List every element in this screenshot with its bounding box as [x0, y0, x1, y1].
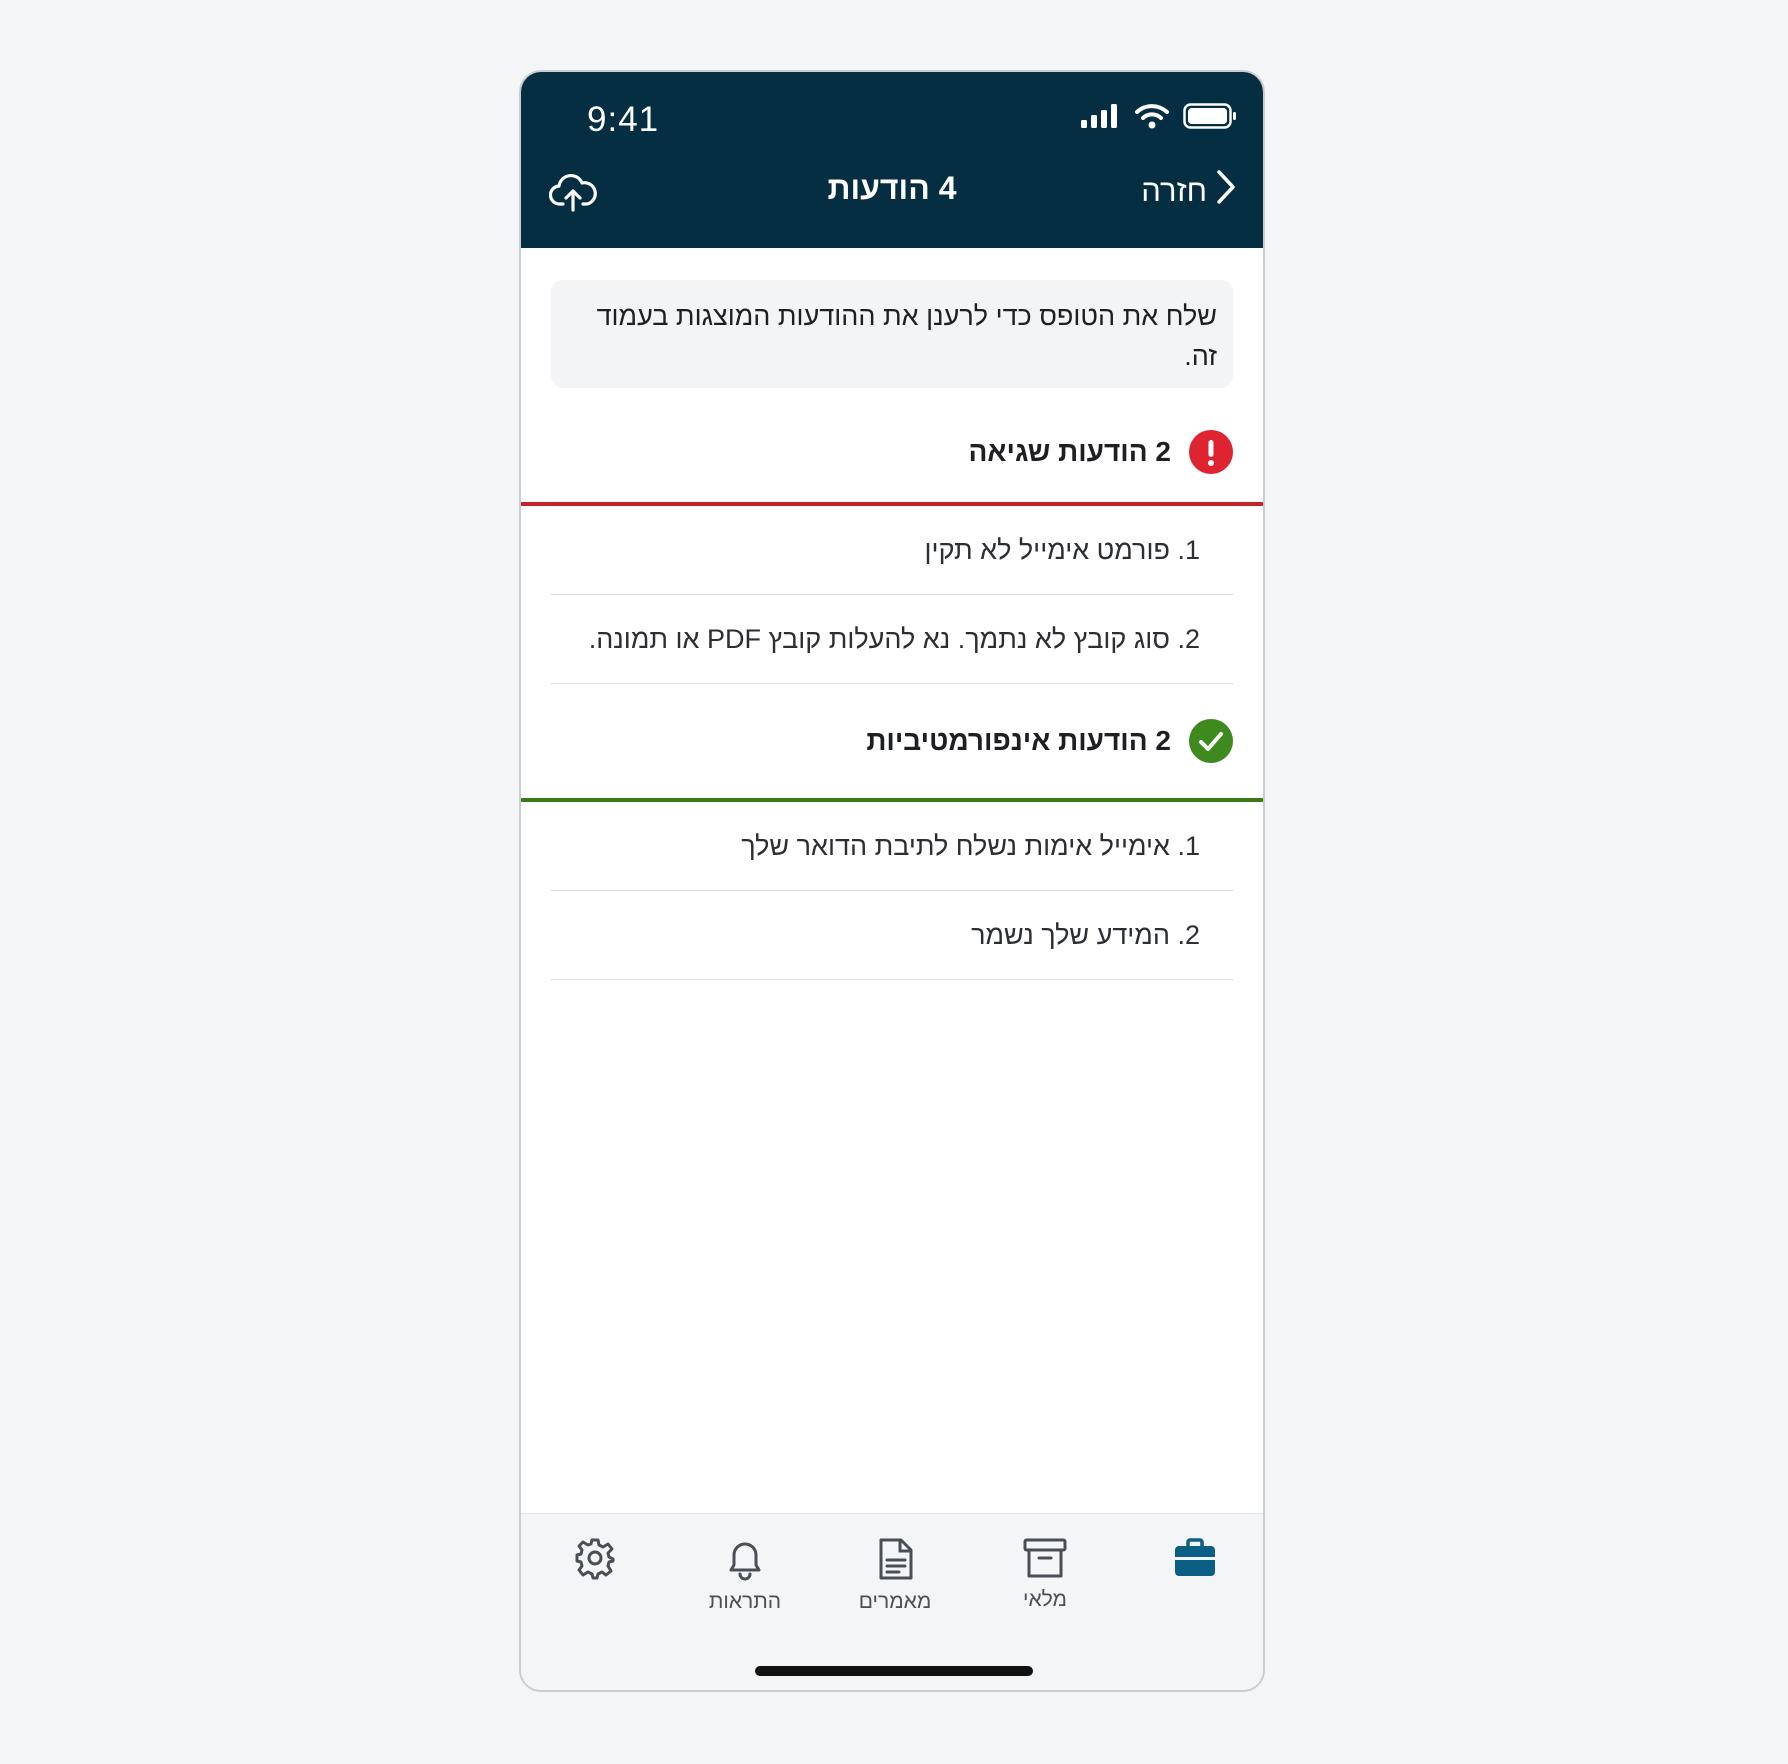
- home-indicator: [755, 1666, 1033, 1676]
- status-time: 9:41: [587, 100, 660, 139]
- bell-icon: [685, 1536, 805, 1582]
- back-label: חזרה: [1141, 173, 1207, 208]
- tab-bar: התראות מאמרים מלאי: [521, 1513, 1263, 1690]
- error-icon: [1189, 430, 1233, 474]
- error-list: 1. פורמט אימייל לא תקין 2. סוג קובץ לא נ…: [521, 506, 1263, 684]
- tab-settings[interactable]: [535, 1536, 655, 1580]
- list-item[interactable]: 2. המידע שלך נשמר: [551, 891, 1233, 980]
- list-item[interactable]: 1. אימייל אימות נשלח לתיבת הדואר שלך: [551, 802, 1233, 891]
- battery-icon: [1183, 102, 1237, 134]
- messages-content: שלח את הטופס כדי לרענן את ההודעות המוצגו…: [521, 248, 1263, 980]
- check-circle-icon: [1189, 719, 1233, 763]
- tab-label: מלאי: [1023, 1588, 1067, 1611]
- document-icon: [835, 1536, 955, 1582]
- info-section-header: 2 הודעות אינפורמטיביות: [521, 684, 1263, 802]
- error-section-header: 2 הודעות שגיאה: [521, 402, 1263, 506]
- info-list: 1. אימייל אימות נשלח לתיבת הדואר שלך 2. …: [521, 802, 1263, 980]
- phone-frame: 9:41 4 הודעות חזרה שלח את הטופס כדי לרענ…: [519, 70, 1265, 1692]
- info-section-title: 2 הודעות אינפורמטיביות: [866, 725, 1171, 756]
- tab-notifications[interactable]: התראות: [685, 1536, 805, 1614]
- top-bar: 9:41 4 הודעות חזרה: [521, 72, 1263, 248]
- signal-icon: [1081, 103, 1121, 133]
- list-item[interactable]: 2. סוג קובץ לא נתמך. נא להעלות קובץ PDF …: [551, 595, 1233, 684]
- tab-work[interactable]: [1135, 1536, 1255, 1580]
- archive-icon: [985, 1536, 1105, 1580]
- back-button[interactable]: חזרה: [1141, 168, 1237, 214]
- briefcase-icon: [1135, 1536, 1255, 1580]
- list-item[interactable]: 1. פורמט אימייל לא תקין: [551, 506, 1233, 595]
- wifi-icon: [1135, 103, 1169, 134]
- status-icons: [1081, 102, 1237, 134]
- info-banner: שלח את הטופס כדי לרענן את ההודעות המוצגו…: [551, 280, 1233, 388]
- gear-icon: [535, 1536, 655, 1580]
- tab-inventory[interactable]: מלאי: [985, 1536, 1105, 1612]
- tab-label: התראות: [708, 1590, 782, 1613]
- tab-label: מאמרים: [858, 1590, 932, 1613]
- error-section-title: 2 הודעות שגיאה: [968, 436, 1171, 467]
- chevron-right-icon: [1215, 168, 1237, 214]
- tab-articles[interactable]: מאמרים: [835, 1536, 955, 1614]
